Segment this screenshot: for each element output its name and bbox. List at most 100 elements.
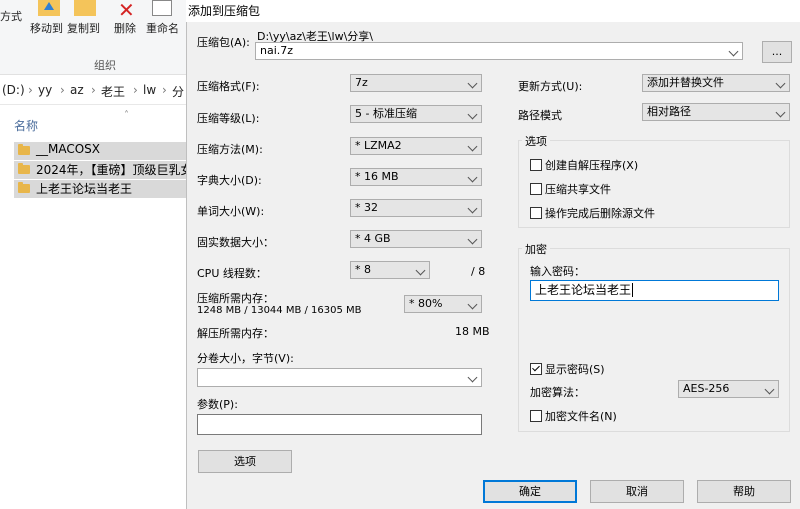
list-item[interactable]: 上老王论坛当老王 xyxy=(14,180,190,198)
chevron-right-icon: › xyxy=(60,83,65,97)
breadcrumb-item[interactable]: yy xyxy=(38,83,52,97)
column-header-name[interactable]: 名称 xyxy=(14,117,38,134)
params-label: 参数(P): xyxy=(197,398,238,411)
path-mode-select[interactable]: 相对路径 xyxy=(642,103,790,121)
sort-chevron-icon: ˄ xyxy=(124,110,129,121)
path-mode-label: 路径模式 xyxy=(518,109,562,122)
ribbon-method-label: 方式 xyxy=(0,10,22,23)
checkbox-icon xyxy=(530,183,542,195)
move-to-button[interactable]: 移动到 xyxy=(30,20,63,36)
cancel-button[interactable]: 取消 xyxy=(590,480,684,503)
cpu-label: CPU 线程数： xyxy=(197,267,267,280)
dict-value: * 16 MB xyxy=(355,170,399,183)
word-select[interactable]: * 32 xyxy=(350,199,482,217)
method-label: 压缩方法(M): xyxy=(197,143,263,156)
rename-button[interactable]: 重命名 xyxy=(146,20,179,36)
solid-label: 固实数据大小： xyxy=(197,236,274,249)
help-button[interactable]: 帮助 xyxy=(697,480,791,503)
checkbox-checked-icon xyxy=(530,363,542,375)
cpu-select[interactable]: * 8 xyxy=(350,261,430,279)
dict-select[interactable]: * 16 MB xyxy=(350,168,482,186)
breadcrumb-drive[interactable]: (D:) xyxy=(2,83,25,97)
encryption-group-title: 加密 xyxy=(522,241,550,257)
word-value: * 32 xyxy=(355,201,378,214)
delete-after-label: 操作完成后删除源文件 xyxy=(545,207,655,220)
chevron-down-icon xyxy=(467,172,478,183)
password-value: 上老王论坛当老王 xyxy=(535,283,632,297)
mem-decomp-label: 解压所需内存： xyxy=(197,327,274,340)
password-label: 输入密码： xyxy=(530,265,585,278)
chevron-down-icon xyxy=(775,78,786,89)
cpu-value: * 8 xyxy=(355,263,371,276)
enc-method-label: 加密算法： xyxy=(530,386,585,399)
chevron-down-icon xyxy=(728,46,739,57)
breadcrumb-item[interactable]: lw xyxy=(143,83,156,97)
method-select[interactable]: * LZMA2 xyxy=(350,137,482,155)
chevron-right-icon: › xyxy=(133,83,138,97)
delete-after-checkbox[interactable]: 操作完成后删除源文件 xyxy=(530,205,655,221)
folder-icon xyxy=(18,163,30,174)
password-input[interactable]: 上老王论坛当老王 xyxy=(530,280,779,301)
show-password-label: 显示密码(S) xyxy=(545,363,605,376)
enc-method-value: AES-256 xyxy=(683,382,730,395)
breadcrumb-item[interactable]: az xyxy=(70,83,84,97)
chevron-down-icon xyxy=(467,372,478,383)
format-select[interactable]: 7z xyxy=(350,74,482,92)
enc-method-select[interactable]: AES-256 xyxy=(678,380,779,398)
options-button[interactable]: 选项 xyxy=(198,450,292,473)
solid-select[interactable]: * 4 GB xyxy=(350,230,482,248)
sfx-label: 创建自解压程序(X) xyxy=(545,159,639,172)
encrypt-names-checkbox[interactable]: 加密文件名(N) xyxy=(530,408,617,424)
ribbon: 方式 移动到 复制到 ✕ 删除 重命名 组织 xyxy=(0,0,190,75)
params-input[interactable] xyxy=(197,414,482,435)
rename-icon[interactable] xyxy=(152,0,172,16)
checkbox-icon xyxy=(530,207,542,219)
archive-name-combo[interactable]: nai.7z xyxy=(255,42,743,60)
delete-icon[interactable]: ✕ xyxy=(118,0,135,22)
list-item[interactable]: 2024年，【重磅】顶级巨乳女神 xyxy=(14,161,190,179)
chevron-down-icon xyxy=(467,78,478,89)
list-item[interactable]: __MACOSX xyxy=(14,142,190,160)
word-label: 单词大小(W): xyxy=(197,205,265,218)
sfx-checkbox[interactable]: 创建自解压程序(X) xyxy=(530,157,638,173)
dialog-title: 添加到压缩包 xyxy=(188,4,261,18)
archive-name-value: nai.7z xyxy=(260,44,294,57)
mem-decomp-value: 18 MB xyxy=(455,325,490,338)
path-mode-value: 相对路径 xyxy=(647,105,691,118)
checkbox-icon xyxy=(530,410,542,422)
folder-icon xyxy=(18,144,30,155)
dialog-titlebar[interactable] xyxy=(186,0,800,22)
checkbox-icon xyxy=(530,159,542,171)
copy-to-icon[interactable] xyxy=(74,0,96,16)
breadcrumb-item[interactable]: 老王 xyxy=(101,83,125,100)
format-value: 7z xyxy=(355,76,368,89)
mem-percent-select[interactable]: * 80% xyxy=(404,295,482,313)
chevron-right-icon: › xyxy=(162,83,167,97)
encrypt-names-label: 加密文件名(N) xyxy=(545,410,617,423)
update-label: 更新方式(U): xyxy=(518,80,583,93)
chevron-down-icon xyxy=(764,384,775,395)
breadcrumb-item[interactable]: 分 xyxy=(172,83,184,100)
show-password-checkbox[interactable]: 显示密码(S) xyxy=(530,361,605,377)
chevron-down-icon xyxy=(467,109,478,120)
file-name: __MACOSX xyxy=(36,142,101,156)
shared-checkbox[interactable]: 压缩共享文件 xyxy=(530,181,611,197)
arrow-up-icon xyxy=(44,2,54,10)
shared-label: 压缩共享文件 xyxy=(545,183,611,196)
level-value: 5 - 标准压缩 xyxy=(355,107,417,120)
ribbon-group-label: 组织 xyxy=(94,59,116,72)
level-select[interactable]: 5 - 标准压缩 xyxy=(350,105,482,123)
mem-comp-label: 压缩所需内存： xyxy=(197,292,274,305)
split-combo[interactable] xyxy=(197,368,482,387)
ok-button[interactable]: 确定 xyxy=(483,480,577,503)
copy-to-button[interactable]: 复制到 xyxy=(67,20,100,36)
file-explorer: 方式 移动到 复制到 ✕ 删除 重命名 组织 (D:) › yy › az › … xyxy=(0,0,190,509)
update-value: 添加并替换文件 xyxy=(647,76,724,89)
file-name: 上老王论坛当老王 xyxy=(36,182,133,196)
update-select[interactable]: 添加并替换文件 xyxy=(642,74,790,92)
delete-button[interactable]: 删除 xyxy=(114,20,136,36)
browse-button[interactable]: ... xyxy=(762,41,792,63)
breadcrumb[interactable]: (D:) › yy › az › 老王 › lw › 分 xyxy=(0,76,190,105)
text-cursor xyxy=(632,283,634,297)
split-label: 分卷大小，字节(V): xyxy=(197,352,294,365)
